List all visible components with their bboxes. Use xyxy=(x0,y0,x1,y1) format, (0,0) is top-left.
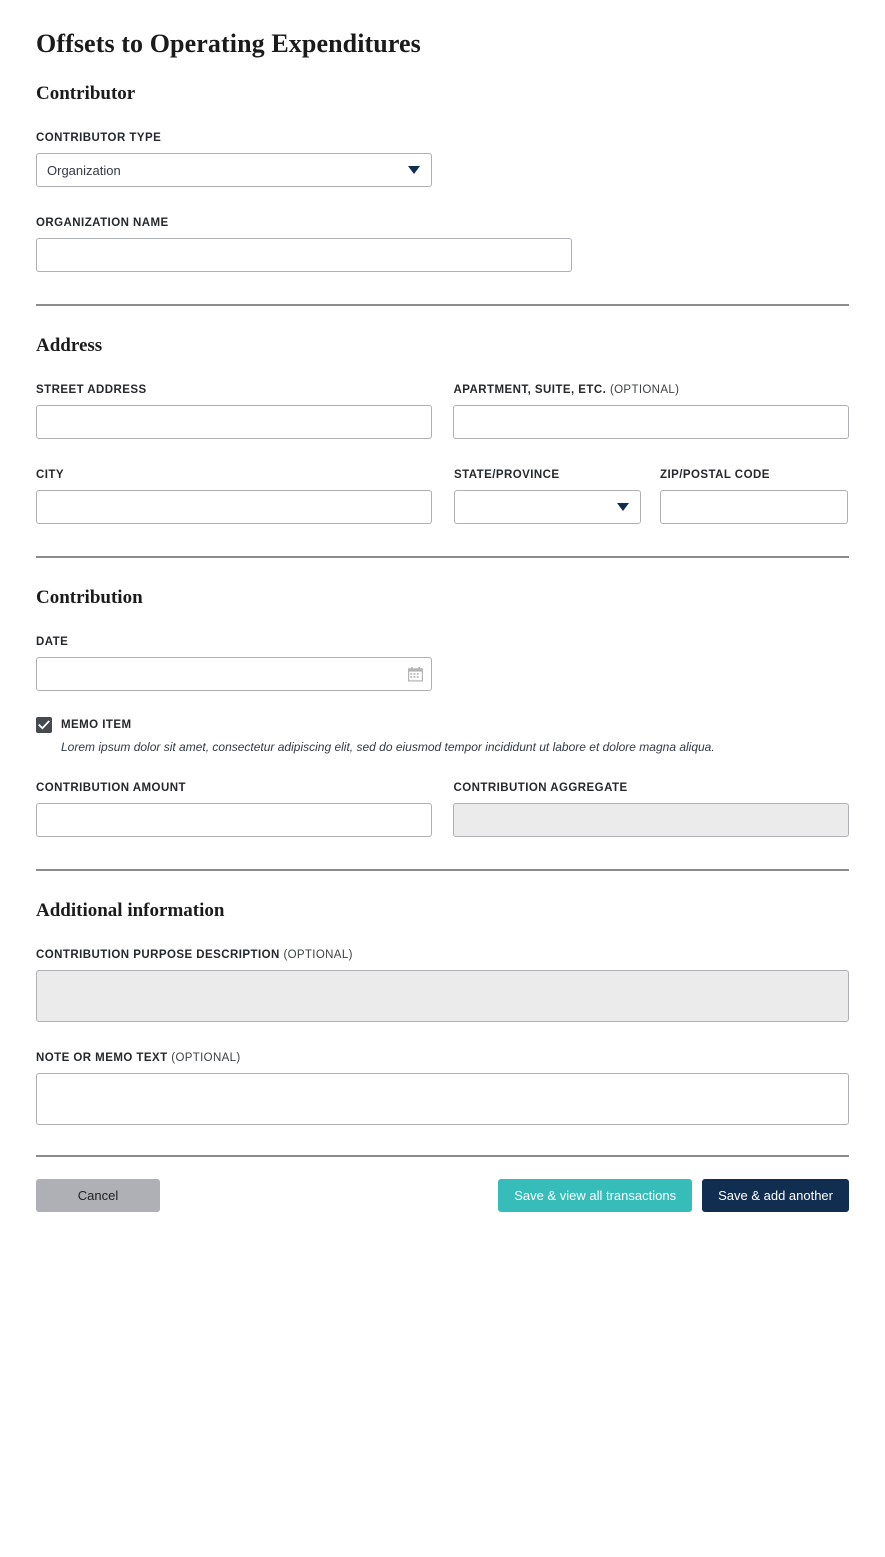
page-title: Offsets to Operating Expenditures xyxy=(36,29,421,58)
note-or-memo-label: NOTE OR MEMO TEXT (OPTIONAL) xyxy=(36,1052,849,1064)
memo-item-help-text: Lorem ipsum dolor sit amet, consectetur … xyxy=(61,740,715,754)
apartment-input[interactable] xyxy=(453,405,849,439)
note-or-memo-textarea[interactable] xyxy=(36,1073,849,1125)
date-input-wrap[interactable] xyxy=(36,657,432,691)
purpose-description-field: CONTRIBUTION PURPOSE DESCRIPTION (OPTION… xyxy=(36,949,849,1022)
section-title-contributor: Contributor xyxy=(36,83,136,104)
section-contributor: Contributor CONTRIBUTOR TYPE Organizatio… xyxy=(36,82,849,272)
divider-after-contribution xyxy=(36,869,849,871)
check-icon xyxy=(38,720,50,730)
contribution-aggregate-field: CONTRIBUTION AGGREGATE xyxy=(453,782,849,837)
column-gap xyxy=(432,782,454,837)
organization-name-field: ORGANIZATION NAME xyxy=(36,217,572,272)
purpose-description-label: CONTRIBUTION PURPOSE DESCRIPTION (OPTION… xyxy=(36,949,849,961)
column-gap xyxy=(432,469,454,524)
section-title-address: Address xyxy=(36,335,103,356)
contributor-type-label: CONTRIBUTOR TYPE xyxy=(36,132,162,144)
apartment-optional-tag: (OPTIONAL) xyxy=(609,384,680,396)
section-contribution: Contribution DATE MEMO ITEM Lorem ipsum … xyxy=(36,586,849,837)
apartment-field: APARTMENT, SUITE, ETC. (OPTIONAL) xyxy=(453,384,849,439)
organization-name-input[interactable] xyxy=(36,238,572,272)
note-or-memo-field: NOTE OR MEMO TEXT (OPTIONAL) xyxy=(36,1052,849,1125)
contribution-amount-field: CONTRIBUTION AMOUNT xyxy=(36,782,432,837)
note-or-memo-optional-tag: (OPTIONAL) xyxy=(171,1052,241,1064)
memo-item-row[interactable]: MEMO ITEM xyxy=(36,717,849,733)
state-select-wrap[interactable] xyxy=(454,490,641,524)
section-additional-information: Additional information CONTRIBUTION PURP… xyxy=(36,899,849,1125)
street-address-label: STREET ADDRESS xyxy=(36,384,147,396)
organization-name-row: ORGANIZATION NAME xyxy=(36,217,849,272)
zip-field: ZIP/POSTAL CODE xyxy=(660,469,848,524)
primary-actions: Save & view all transactions Save & add … xyxy=(498,1179,849,1212)
address-row-1: STREET ADDRESS APARTMENT, SUITE, ETC. (O… xyxy=(36,384,849,439)
contributor-type-row: CONTRIBUTOR TYPE Organization xyxy=(36,132,849,187)
section-address: Address STREET ADDRESS APARTMENT, SUITE,… xyxy=(36,334,849,524)
purpose-description-textarea xyxy=(36,970,849,1022)
contribution-amount-label: CONTRIBUTION AMOUNT xyxy=(36,782,186,794)
purpose-description-label-text: CONTRIBUTION PURPOSE DESCRIPTION xyxy=(36,949,280,961)
contribution-aggregate-label: CONTRIBUTION AGGREGATE xyxy=(453,782,628,794)
state-label: STATE/PROVINCE xyxy=(454,469,560,481)
city-label: CITY xyxy=(36,469,64,481)
save-and-view-all-transactions-button[interactable]: Save & view all transactions xyxy=(498,1179,693,1212)
form-page: Offsets to Operating Expenditures Contri… xyxy=(0,0,885,1557)
date-label: DATE xyxy=(36,636,69,648)
form-actions: Cancel Save & view all transactions Save… xyxy=(36,1179,849,1212)
divider-before-actions xyxy=(36,1155,849,1157)
state-field: STATE/PROVINCE xyxy=(454,469,641,524)
contribution-amount-input[interactable] xyxy=(36,803,432,837)
date-input[interactable] xyxy=(36,657,432,691)
date-field: DATE xyxy=(36,636,432,691)
save-and-add-another-button[interactable]: Save & add another xyxy=(702,1179,849,1212)
organization-name-label: ORGANIZATION NAME xyxy=(36,217,169,229)
contribution-amount-row: CONTRIBUTION AMOUNT CONTRIBUTION AGGREGA… xyxy=(36,782,849,837)
zip-label: ZIP/POSTAL CODE xyxy=(660,469,770,481)
contributor-type-field: CONTRIBUTOR TYPE Organization xyxy=(36,132,432,187)
city-field: CITY xyxy=(36,469,432,524)
contributor-type-select[interactable]: Organization xyxy=(36,153,432,187)
state-select[interactable] xyxy=(454,490,641,524)
section-title-additional-information: Additional information xyxy=(36,900,225,921)
divider-after-contributor xyxy=(36,304,849,306)
contribution-aggregate-input xyxy=(453,803,849,837)
city-input[interactable] xyxy=(36,490,432,524)
purpose-description-optional-tag: (OPTIONAL) xyxy=(283,949,353,961)
address-row-2: CITY STATE/PROVINCE ZIP/POSTAL CODE xyxy=(36,469,849,524)
section-title-contribution: Contribution xyxy=(36,587,143,608)
zip-input[interactable] xyxy=(660,490,848,524)
date-row: DATE xyxy=(36,636,849,691)
street-address-field: STREET ADDRESS xyxy=(36,384,432,439)
apartment-label-text: APARTMENT, SUITE, ETC. xyxy=(453,384,607,396)
memo-item-label: MEMO ITEM xyxy=(61,719,132,731)
street-address-input[interactable] xyxy=(36,405,432,439)
contributor-type-select-wrap[interactable]: Organization xyxy=(36,153,432,187)
cancel-button[interactable]: Cancel xyxy=(36,1179,160,1212)
column-gap xyxy=(432,384,454,439)
note-or-memo-label-text: NOTE OR MEMO TEXT xyxy=(36,1052,168,1064)
apartment-label: APARTMENT, SUITE, ETC. (OPTIONAL) xyxy=(453,384,849,396)
divider-after-address xyxy=(36,556,849,558)
memo-item-checkbox[interactable] xyxy=(36,717,52,733)
column-gap xyxy=(641,469,660,524)
